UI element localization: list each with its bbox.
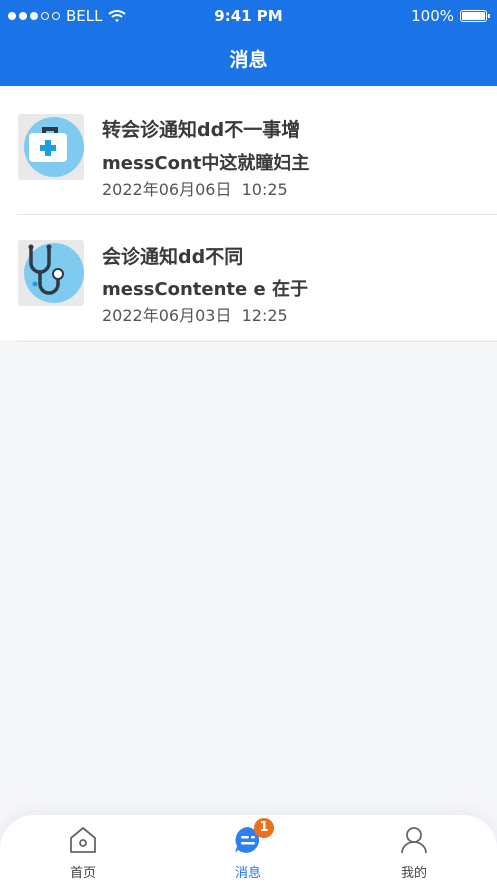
message-content: messCont中这就瞳妇主	[102, 153, 310, 174]
tab-label: 首页	[69, 866, 96, 881]
message-item[interactable]: 会诊通知dd不同 messContente e 在于 2022年06月03日 1…	[0, 214, 497, 340]
battery-percentage: 100%	[411, 7, 454, 25]
stethoscope-icon	[18, 240, 84, 306]
message-time: 2022年06月03日 12:25	[102, 306, 288, 325]
message-item[interactable]: 转会诊通知dd不一事增 messCont中这就瞳妇主 2022年06月06日 1…	[0, 86, 497, 212]
tab-label: 消息	[234, 866, 261, 881]
tab-profile[interactable]: 我的	[354, 815, 474, 883]
tab-home[interactable]: 首页	[23, 815, 143, 883]
message-time: 2022年06月06日 10:25	[102, 180, 288, 199]
top-header: BELL 9:41 PM 100% 消息	[0, 0, 497, 86]
unread-badge: 1	[254, 818, 274, 838]
tab-messages[interactable]: 1 消息	[188, 815, 308, 883]
message-title: 会诊通知dd不同	[102, 246, 244, 268]
battery-icon	[460, 10, 490, 22]
profile-icon	[401, 827, 427, 854]
medical-kit-icon	[18, 114, 84, 180]
message-list: 转会诊通知dd不一事增 messCont中这就瞳妇主 2022年06月06日 1…	[0, 86, 497, 342]
page-title: 消息	[229, 49, 268, 71]
message-title: 转会诊通知dd不一事增	[102, 119, 301, 141]
bottom-tab-bar: 首页 1 消息 我的	[0, 815, 497, 883]
status-bar: BELL 9:41 PM 100%	[0, 0, 497, 32]
tab-label: 我的	[400, 866, 427, 881]
status-right: 100%	[411, 7, 490, 25]
divider	[17, 341, 497, 342]
home-icon	[70, 827, 96, 853]
message-content: messContente e 在于	[102, 279, 308, 300]
